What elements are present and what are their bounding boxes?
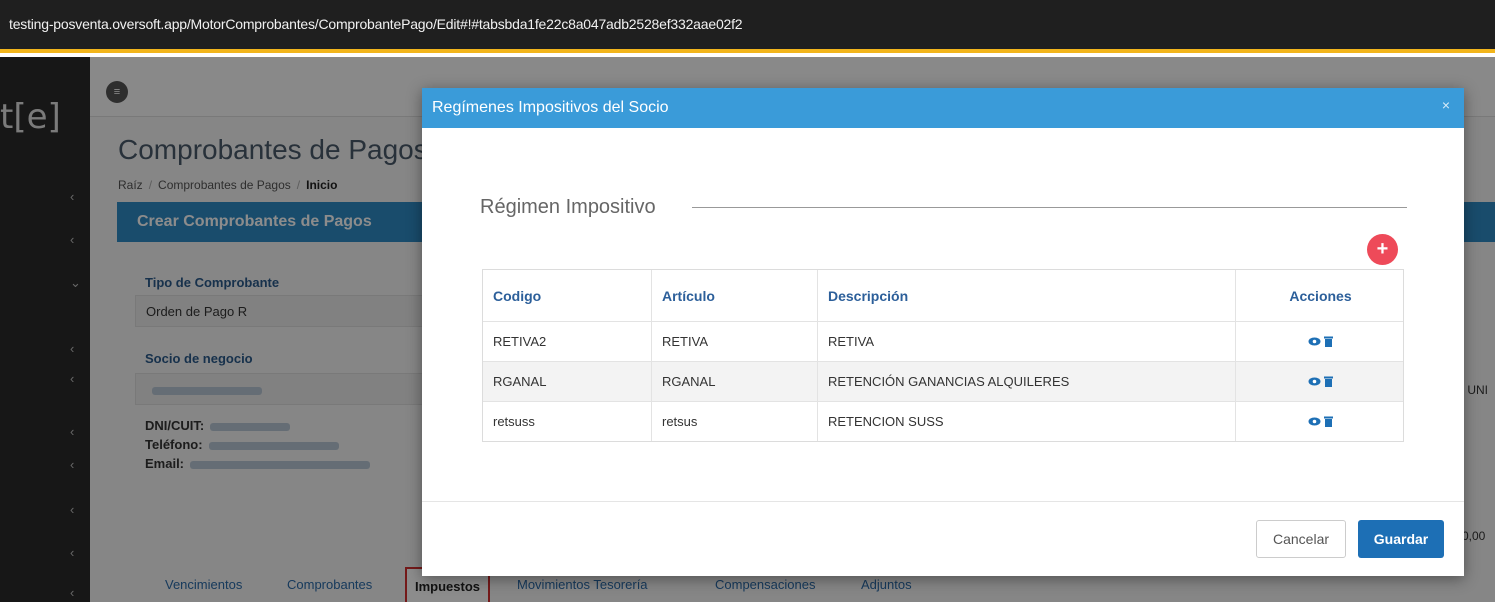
trash-icon[interactable]: [1324, 376, 1333, 387]
cell-descripcion: RETENCIÓN GANANCIAS ALQUILERES: [817, 362, 1235, 401]
column-header-codigo: Codigo: [493, 287, 542, 304]
cell-acciones: [1235, 322, 1405, 361]
column-header-descripcion: Descripción: [817, 270, 1235, 321]
plus-icon: +: [1376, 238, 1389, 260]
cell-acciones: [1235, 402, 1405, 441]
column-header-acciones: Acciones: [1235, 270, 1405, 321]
column-header-articulo: Artículo: [651, 270, 817, 321]
table-row: retsuss retsus RETENCION SUSS: [483, 401, 1403, 441]
modal-header: Regímenes Impositivos del Socio ×: [422, 88, 1464, 128]
modal-title: Regímenes Impositivos del Socio: [432, 99, 669, 116]
cell-descripcion: RETIVA: [817, 322, 1235, 361]
cell-articulo: RETIVA: [651, 322, 817, 361]
table-header: Codigo Artículo Descripción Acciones: [483, 270, 1403, 321]
cell-articulo: retsus: [651, 402, 817, 441]
trash-icon[interactable]: [1324, 416, 1333, 427]
url-text[interactable]: testing-posventa.oversoft.app/MotorCompr…: [9, 16, 743, 32]
section-title: Régimen Impositivo: [480, 196, 656, 218]
cell-codigo: RETIVA2: [493, 334, 547, 349]
save-button[interactable]: Guardar: [1358, 520, 1444, 558]
add-regimen-button[interactable]: +: [1367, 234, 1398, 265]
cell-codigo: retsuss: [493, 414, 535, 429]
table-row: RGANAL RGANAL RETENCIÓN GANANCIAS ALQUIL…: [483, 361, 1403, 401]
eye-icon[interactable]: [1308, 417, 1321, 426]
cell-articulo: RGANAL: [651, 362, 817, 401]
cell-acciones: [1235, 362, 1405, 401]
cell-descripcion: RETENCION SUSS: [817, 402, 1235, 441]
browser-address-bar[interactable]: testing-posventa.oversoft.app/MotorCompr…: [0, 0, 1495, 53]
regimenes-modal: Regímenes Impositivos del Socio × Régime…: [422, 88, 1464, 576]
cell-codigo: RGANAL: [493, 374, 547, 389]
table-row: RETIVA2 RETIVA RETIVA: [483, 321, 1403, 361]
regimenes-table: Codigo Artículo Descripción Acciones RET…: [482, 269, 1404, 442]
close-icon[interactable]: ×: [1442, 97, 1450, 113]
eye-icon[interactable]: [1308, 377, 1321, 386]
eye-icon[interactable]: [1308, 337, 1321, 346]
cancel-button[interactable]: Cancelar: [1256, 520, 1346, 558]
section-divider: [692, 207, 1407, 208]
modal-footer: Cancelar Guardar: [422, 501, 1464, 576]
trash-icon[interactable]: [1324, 336, 1333, 347]
